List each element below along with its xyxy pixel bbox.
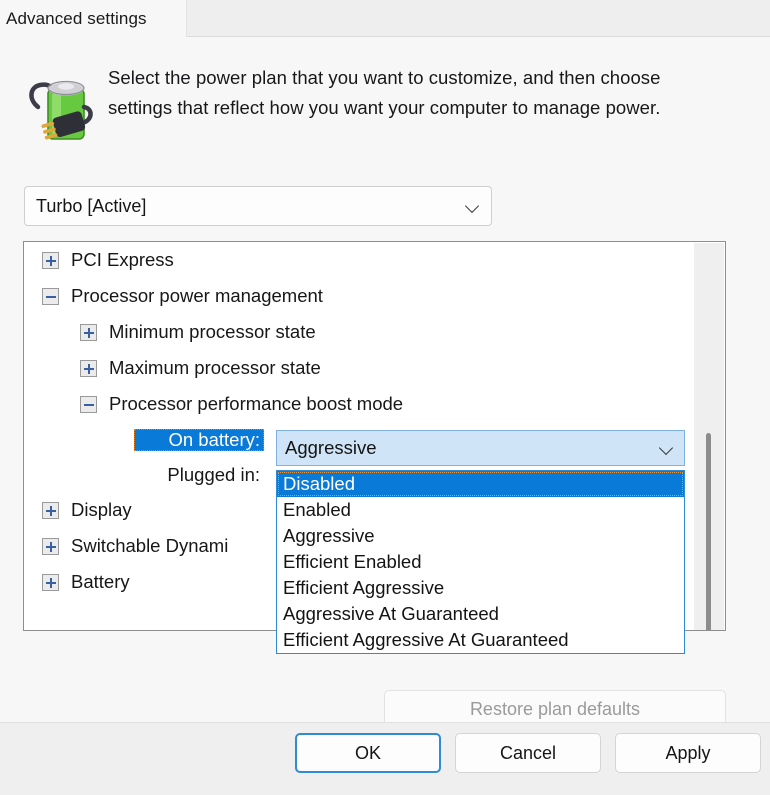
tree-item-label: Display (71, 499, 132, 520)
tab-advanced-settings[interactable]: Advanced settings (0, 0, 186, 37)
expander-plus-icon[interactable] (42, 537, 59, 555)
expander-minus-icon[interactable] (80, 395, 97, 413)
dropdown-option[interactable]: Aggressive (277, 523, 684, 549)
tree-row[interactable]: Minimum processor state (24, 314, 725, 350)
expander-plus-icon[interactable] (42, 573, 59, 591)
expander-minus-icon[interactable] (42, 287, 59, 305)
ok-button[interactable]: OK (295, 733, 441, 773)
dropdown-option[interactable]: Efficient Aggressive At Guaranteed (277, 627, 684, 653)
tree-row[interactable]: Maximum processor state (24, 350, 725, 386)
on-battery-value: Aggressive (285, 437, 377, 458)
cancel-button[interactable]: Cancel (455, 733, 601, 773)
header-block: Select the power plan that you want to c… (24, 63, 724, 149)
tree-row[interactable]: PCI Express (24, 242, 725, 278)
dropdown-option[interactable]: Enabled (277, 497, 684, 523)
tree-item-label: Processor performance boost mode (109, 393, 404, 414)
chevron-down-icon (659, 440, 675, 456)
power-plan-select-value: Turbo [Active] (36, 195, 147, 216)
chevron-down-icon (465, 198, 481, 214)
cancel-button-label: Cancel (499, 742, 557, 763)
tree-item-label: Switchable Dynami (71, 535, 229, 556)
tree-row[interactable]: Processor performance boost mode (24, 386, 725, 422)
expander-plus-icon[interactable] (80, 323, 97, 341)
tree-scrollbar-thumb[interactable] (706, 433, 711, 630)
dropdown-option[interactable]: Disabled (277, 471, 684, 497)
tree-item-label: Battery (71, 571, 130, 592)
boost-mode-dropdown-list[interactable]: Disabled Enabled Aggressive Efficient En… (276, 470, 685, 654)
tab-advanced-settings-label: Advanced settings (6, 8, 147, 28)
power-plan-select[interactable]: Turbo [Active] (24, 186, 492, 226)
tree-item-label: Minimum processor state (109, 321, 316, 342)
apply-button-label: Apply (665, 742, 711, 763)
tree-item-label: Maximum processor state (109, 357, 321, 378)
dropdown-option[interactable]: Aggressive At Guaranteed (277, 601, 684, 627)
plugged-in-label: Plugged in: (167, 463, 260, 485)
header-description: Select the power plan that you want to c… (108, 67, 661, 118)
tree-scrollbar[interactable] (694, 243, 724, 630)
on-battery-value-combo[interactable]: Aggressive (276, 430, 685, 466)
tab-strip-filler (186, 0, 770, 37)
tree-item-label: Processor power management (71, 285, 323, 306)
battery-plug-icon (24, 67, 96, 149)
dropdown-option[interactable]: Efficient Aggressive (277, 575, 684, 601)
dropdown-option[interactable]: Efficient Enabled (277, 549, 684, 575)
tree-item-label: PCI Express (71, 249, 174, 270)
tab-strip: Advanced settings (0, 0, 770, 37)
expander-plus-icon[interactable] (42, 251, 59, 269)
expander-plus-icon[interactable] (80, 359, 97, 377)
expander-plus-icon[interactable] (42, 501, 59, 519)
on-battery-label: On battery: (134, 428, 264, 451)
apply-button[interactable]: Apply (615, 733, 761, 773)
tree-row[interactable]: Processor power management (24, 278, 725, 314)
ok-button-label: OK (354, 742, 381, 763)
restore-plan-defaults-label: Restore plan defaults (469, 699, 641, 719)
